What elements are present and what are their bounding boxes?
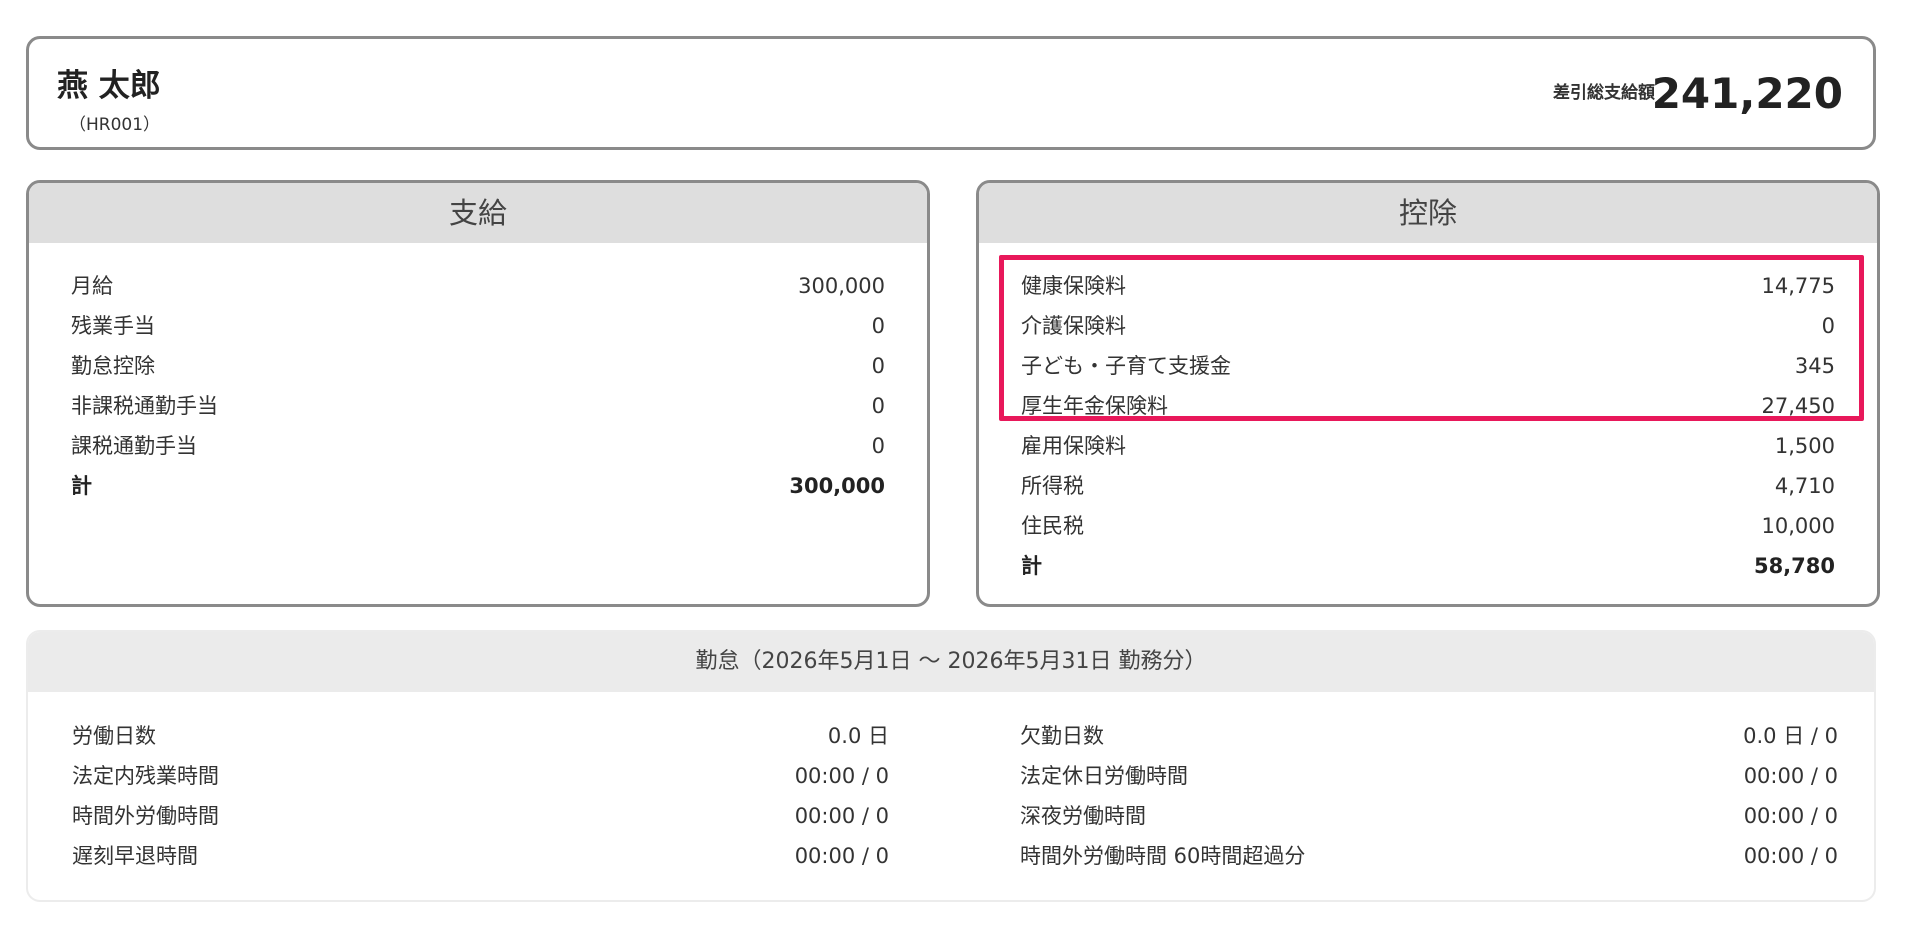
attendance-row: 深夜労働時間 00:00 / 0 bbox=[1020, 796, 1838, 836]
payment-row: 残業手当 0 bbox=[71, 306, 885, 346]
payment-label: 非課税通勤手当 bbox=[71, 394, 218, 418]
deduction-value: 4,710 bbox=[1774, 474, 1835, 498]
deductions-total-row: 計 58,780 bbox=[1021, 546, 1835, 586]
attendance-label: 遅刻早退時間 bbox=[72, 844, 198, 868]
payment-row: 非課税通勤手当 0 bbox=[71, 386, 885, 426]
attendance-row: 時間外労働時間 60時間超過分 00:00 / 0 bbox=[1020, 836, 1838, 876]
attendance-value: 0.0 日 bbox=[827, 724, 889, 748]
attendance-row: 遅刻早退時間 00:00 / 0 bbox=[72, 836, 889, 876]
payments-total-row: 計 300,000 bbox=[71, 466, 885, 506]
attendance-row: 法定休日労働時間 00:00 / 0 bbox=[1020, 756, 1838, 796]
net-pay-label: 差引総支給額 bbox=[1553, 83, 1655, 103]
attendance-label: 時間外労働時間 bbox=[72, 804, 219, 828]
attendance-row: 法定内残業時間 00:00 / 0 bbox=[72, 756, 889, 796]
net-pay-value: 241,220 bbox=[1651, 69, 1843, 118]
attendance-value: 0.0 日 / 0 bbox=[1743, 724, 1838, 748]
attendance-label: 深夜労働時間 bbox=[1020, 804, 1146, 828]
attendance-value: 00:00 / 0 bbox=[1743, 804, 1838, 828]
attendance-right-column: 欠勤日数 0.0 日 / 0 法定休日労働時間 00:00 / 0 深夜労働時間… bbox=[1020, 716, 1838, 876]
payment-row: 月給 300,000 bbox=[71, 266, 885, 306]
attendance-value: 00:00 / 0 bbox=[794, 764, 889, 788]
deduction-value: 1,500 bbox=[1774, 434, 1835, 458]
payment-label: 課税通勤手当 bbox=[71, 434, 197, 458]
attendance-row: 欠勤日数 0.0 日 / 0 bbox=[1020, 716, 1838, 756]
social-insurance-highlight bbox=[999, 255, 1864, 421]
attendance-title: 勤怠（2026年5月1日 〜 2026年5月31日 勤務分） bbox=[28, 632, 1874, 692]
deduction-label: 住民税 bbox=[1021, 514, 1084, 538]
attendance-label: 欠勤日数 bbox=[1020, 724, 1104, 748]
deductions-total-label: 計 bbox=[1021, 554, 1042, 578]
payments-title: 支給 bbox=[29, 183, 927, 243]
payment-value: 0 bbox=[871, 434, 885, 458]
attendance-value: 00:00 / 0 bbox=[1743, 844, 1838, 868]
attendance-panel: 勤怠（2026年5月1日 〜 2026年5月31日 勤務分） 労働日数 0.0 … bbox=[26, 630, 1876, 902]
payment-value: 0 bbox=[871, 394, 885, 418]
payments-total-value: 300,000 bbox=[789, 474, 885, 498]
deduction-row: 所得税 4,710 bbox=[1021, 466, 1835, 506]
payment-row: 課税通勤手当 0 bbox=[71, 426, 885, 466]
deduction-label: 所得税 bbox=[1021, 474, 1084, 498]
payment-value: 0 bbox=[871, 354, 885, 378]
payment-label: 月給 bbox=[71, 274, 113, 298]
payment-label: 勤怠控除 bbox=[71, 354, 155, 378]
attendance-label: 時間外労働時間 60時間超過分 bbox=[1020, 844, 1306, 868]
attendance-label: 労働日数 bbox=[72, 724, 156, 748]
payments-total-label: 計 bbox=[71, 474, 92, 498]
payments-list: 月給 300,000 残業手当 0 勤怠控除 0 非課税通勤手当 0 課税通勤手… bbox=[71, 266, 885, 506]
payment-value: 300,000 bbox=[798, 274, 885, 298]
deduction-value: 10,000 bbox=[1761, 514, 1835, 538]
deduction-row: 住民税 10,000 bbox=[1021, 506, 1835, 546]
deductions-title: 控除 bbox=[979, 183, 1877, 243]
payment-row: 勤怠控除 0 bbox=[71, 346, 885, 386]
attendance-value: 00:00 / 0 bbox=[794, 804, 889, 828]
attendance-value: 00:00 / 0 bbox=[794, 844, 889, 868]
attendance-label: 法定休日労働時間 bbox=[1020, 764, 1188, 788]
deductions-panel: 控除 健康保険料 14,775 介護保険料 0 子ども・子育て支援金 345 厚… bbox=[976, 180, 1880, 607]
deductions-total-value: 58,780 bbox=[1753, 554, 1835, 578]
employee-code: （HR001） bbox=[69, 115, 161, 135]
attendance-label: 法定内残業時間 bbox=[72, 764, 219, 788]
attendance-row: 労働日数 0.0 日 bbox=[72, 716, 889, 756]
payments-panel: 支給 月給 300,000 残業手当 0 勤怠控除 0 非課税通勤手当 0 課税… bbox=[26, 180, 930, 607]
deduction-row: 雇用保険料 1,500 bbox=[1021, 426, 1835, 466]
payment-label: 残業手当 bbox=[71, 314, 155, 338]
attendance-value: 00:00 / 0 bbox=[1743, 764, 1838, 788]
deduction-label: 雇用保険料 bbox=[1021, 434, 1126, 458]
payslip-header: 燕 太郎 （HR001） 差引総支給額 241,220 bbox=[26, 36, 1876, 150]
attendance-row: 時間外労働時間 00:00 / 0 bbox=[72, 796, 889, 836]
payment-value: 0 bbox=[871, 314, 885, 338]
employee-name: 燕 太郎 bbox=[57, 68, 161, 104]
attendance-left-column: 労働日数 0.0 日 法定内残業時間 00:00 / 0 時間外労働時間 00:… bbox=[72, 716, 889, 876]
